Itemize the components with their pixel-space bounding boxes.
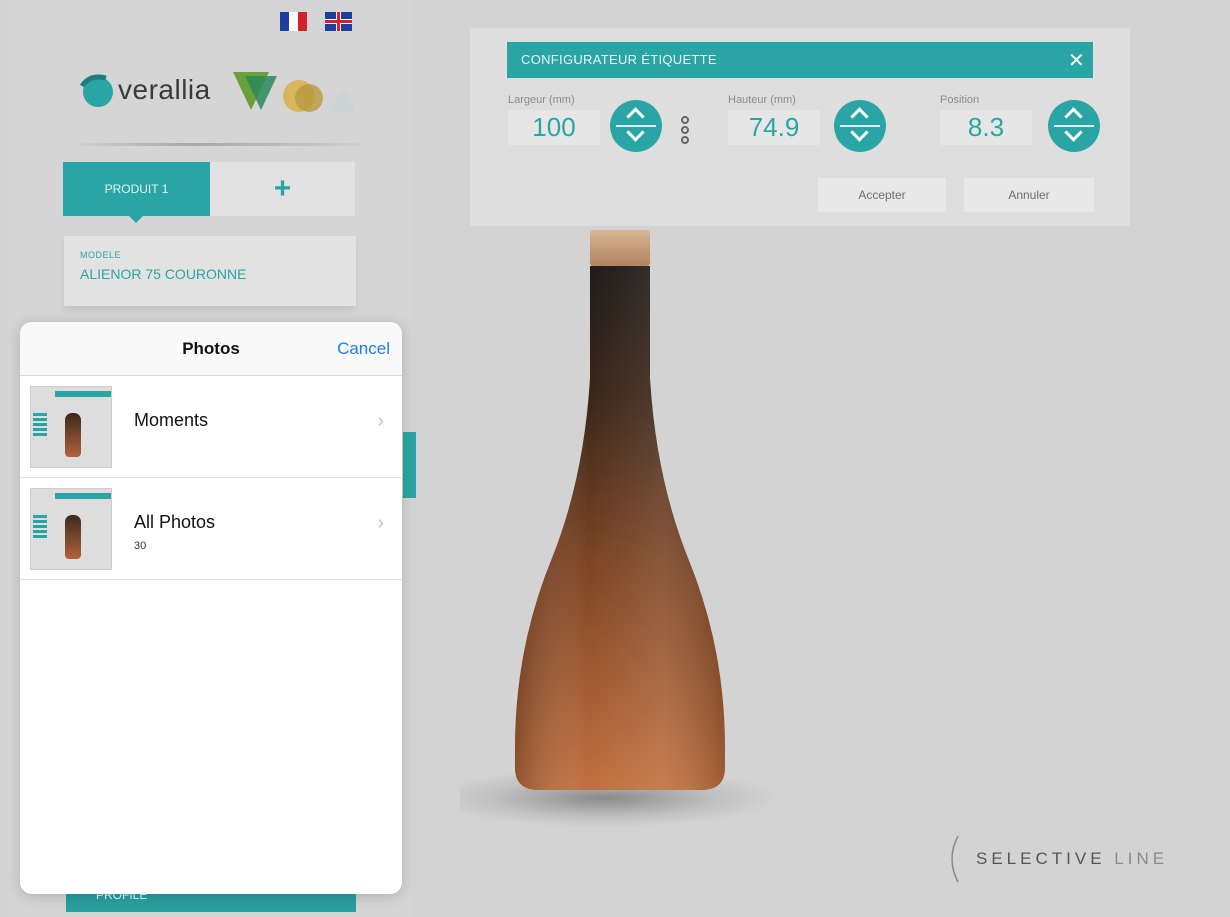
album-count: 30 [134,540,147,552]
position-label: Position [940,94,980,106]
photos-popover: Photos Cancel Moments › All Photos 30 › [20,322,402,894]
width-label: Largeur (mm) [508,94,575,106]
model-value: ALIENOR 75 COURONNE [80,266,247,282]
product-tabs: PRODUIT 1 + [63,162,355,223]
album-row-all-photos[interactable]: All Photos 30 › [20,478,402,580]
height-stepper[interactable] [834,100,886,152]
selective-line-brand: SELECTIVE LINE [944,834,1168,884]
chevron-right-icon: › [377,410,384,432]
position-stepper[interactable] [1048,100,1100,152]
width-field: Largeur (mm) 100 [508,94,600,145]
chevron-right-icon: › [377,512,384,534]
add-product-button[interactable]: + [210,162,355,216]
height-field: Hauteur (mm) 74.9 [728,94,820,145]
logo: verallia [66,62,366,122]
close-icon[interactable]: ✕ [1068,48,1085,73]
logo-shapes-icon [233,72,355,112]
model-card[interactable]: MODELE ALIENOR 75 COURONNE [64,236,356,306]
height-input[interactable]: 74.9 [728,110,820,145]
width-stepper[interactable] [610,100,662,152]
album-thumbnail [30,386,112,468]
logo-text: verallia [118,74,211,105]
label-configurator: CONFIGURATEUR ÉTIQUETTE ✕ Largeur (mm) 1… [470,28,1130,226]
album-thumbnail [30,488,112,570]
bottle-preview [460,228,780,828]
language-switcher [280,12,352,31]
album-name: Moments [134,410,209,430]
brand-text-light: LINE [1114,849,1169,868]
model-label: MODELE [80,250,122,260]
width-input[interactable]: 100 [508,110,600,145]
album-row-moments[interactable]: Moments › [20,376,402,478]
brand-text: SELECTIVE LINE [976,849,1168,869]
album-name: All Photos [134,512,216,532]
cancel-config-button[interactable]: Annuler [964,178,1094,212]
brand-text-strong: SELECTIVE [976,849,1106,868]
logo-divider [80,143,362,146]
verallia-logo-icon [79,74,113,107]
link-chain-icon[interactable] [678,114,692,154]
popover-header: Photos Cancel [20,322,402,376]
drawer-handle[interactable] [403,432,416,498]
selective-line-logo-icon [951,835,959,883]
flag-uk-icon[interactable] [325,12,352,31]
accept-button[interactable]: Accepter [818,178,946,212]
configurator-title: CONFIGURATEUR ÉTIQUETTE [521,52,717,67]
cancel-button[interactable]: Cancel [337,339,390,359]
tab-product-1[interactable]: PRODUIT 1 [63,162,210,223]
position-input[interactable]: 8.3 [940,110,1032,145]
configurator-title-bar: CONFIGURATEUR ÉTIQUETTE ✕ [507,42,1093,78]
height-label: Hauteur (mm) [728,94,796,106]
flag-fr-icon[interactable] [280,12,307,31]
bottle-image [515,230,725,790]
position-field: Position 8.3 [940,94,1032,145]
